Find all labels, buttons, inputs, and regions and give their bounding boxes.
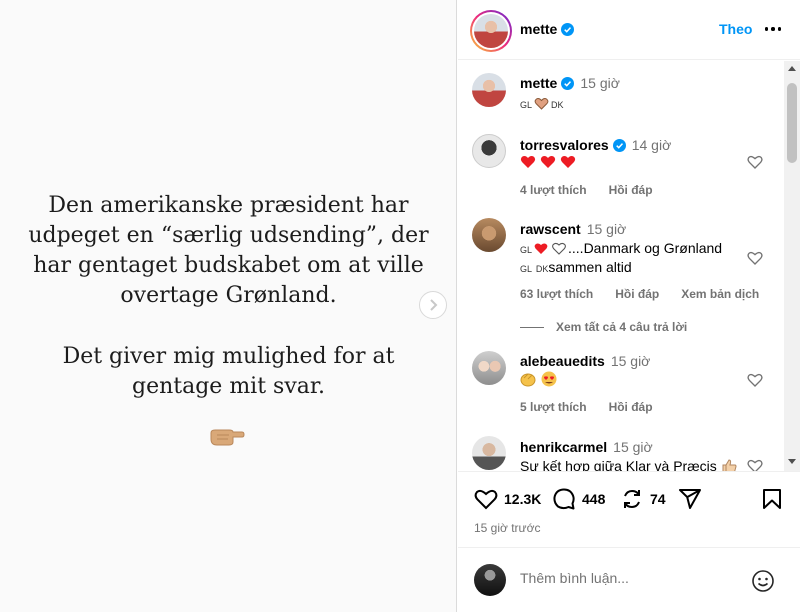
like-comment-heart-icon[interactable] bbox=[747, 250, 763, 266]
follow-button[interactable]: Theo bbox=[719, 21, 752, 37]
like-button[interactable]: 12.3K bbox=[474, 487, 541, 511]
author-username[interactable]: mette bbox=[520, 21, 575, 37]
comment-time: 15 giờ bbox=[613, 439, 653, 455]
reply-button[interactable]: Hồi đáp bbox=[609, 400, 653, 414]
post-actions: 12.3K 448 74 15 giờ trước bbox=[458, 471, 800, 541]
comment-time: 15 giờ bbox=[586, 221, 627, 237]
comment-username[interactable]: rawscent 15 giờ bbox=[520, 221, 626, 237]
heart-icon bbox=[474, 489, 498, 510]
caption-time: 15 giờ bbox=[580, 75, 620, 91]
verified-badge-icon bbox=[612, 139, 626, 152]
like-count: 12.3K bbox=[504, 491, 542, 507]
comment-avatar[interactable] bbox=[472, 351, 506, 385]
post-details-panel: mette Theo mette 15 giờ GL DK torresvalore… bbox=[458, 0, 800, 612]
comment-meta: 4 lượt thích Hồi đáp bbox=[520, 183, 675, 197]
verified-badge-icon bbox=[561, 23, 575, 36]
next-slide-button[interactable] bbox=[419, 291, 447, 319]
emoji-icon[interactable] bbox=[751, 569, 775, 593]
reply-button[interactable]: Hồi đáp bbox=[615, 287, 659, 301]
scroll-down-arrow-icon[interactable] bbox=[788, 459, 796, 464]
comment-likes[interactable]: 4 lượt thích bbox=[520, 183, 587, 197]
post-timestamp: 15 giờ trước bbox=[474, 521, 541, 535]
translate-button[interactable]: Xem bản dịch bbox=[681, 287, 759, 301]
like-comment-heart-icon[interactable] bbox=[747, 458, 763, 471]
post-paragraph-2: Det giver mig mulighed for at gentage mi… bbox=[62, 344, 395, 399]
red-hearts-icon bbox=[520, 156, 576, 168]
reply-button[interactable]: Hồi đáp bbox=[609, 183, 653, 197]
current-user-avatar bbox=[474, 564, 506, 596]
red-white-hearts-icon bbox=[534, 242, 566, 255]
add-comment-bar bbox=[458, 547, 800, 612]
comment-time: 15 giờ bbox=[610, 353, 651, 369]
comment-input[interactable] bbox=[520, 570, 740, 586]
view-replies-button[interactable]: Xem tất cả 4 câu trả lời bbox=[520, 320, 687, 334]
comment-text: GL ....Danmark og Grønland bbox=[520, 240, 723, 256]
share-icon bbox=[679, 489, 701, 509]
hands-heart-icon bbox=[534, 98, 549, 110]
comment-likes[interactable]: 63 lượt thích bbox=[520, 287, 593, 301]
comment-meta: 63 lượt thích Hồi đáp Xem bản dịch bbox=[520, 287, 781, 301]
comment-icon bbox=[553, 488, 575, 510]
share-button[interactable] bbox=[678, 487, 702, 511]
comment-avatar[interactable] bbox=[472, 436, 506, 470]
post-image: Den amerikanske præsident har udpeget en… bbox=[0, 0, 457, 612]
scroll-thumb[interactable] bbox=[787, 83, 797, 163]
comments-scrollbar[interactable] bbox=[784, 61, 800, 471]
comment-username[interactable]: henrikcarmel 15 giờ bbox=[520, 439, 653, 455]
comment-text: Sự kết hợp giữa Klar và Præcis bbox=[520, 457, 737, 471]
clapping-heart-eyes-icon bbox=[520, 371, 557, 387]
post-paragraph-1: Den amerikanske præsident har udpeget en… bbox=[28, 193, 429, 308]
comment-text bbox=[520, 154, 578, 175]
comment-username[interactable]: alebeauedits 15 giờ bbox=[520, 353, 650, 369]
thumbs-up-icon bbox=[722, 459, 737, 471]
like-comment-heart-icon[interactable] bbox=[747, 154, 763, 170]
repost-icon bbox=[624, 489, 640, 509]
comment-avatar[interactable] bbox=[472, 218, 506, 252]
verified-badge-icon bbox=[561, 77, 575, 90]
comment-text bbox=[520, 371, 560, 392]
pointing-hand-icon bbox=[210, 429, 245, 446]
caption-username[interactable]: mette 15 giờ bbox=[520, 75, 620, 91]
author-avatar[interactable] bbox=[470, 10, 512, 52]
repost-count: 74 bbox=[650, 491, 666, 507]
comment-avatar[interactable] bbox=[472, 134, 506, 168]
comment-likes[interactable]: 5 lượt thích bbox=[520, 400, 587, 414]
comment-count: 448 bbox=[582, 491, 606, 507]
comment-time: 14 giờ bbox=[631, 137, 672, 153]
comment-button[interactable]: 448 bbox=[552, 487, 605, 511]
comments-list: mette 15 giờ GL DK torresvalores 14 giờ 4 l… bbox=[458, 61, 800, 471]
post-header: mette Theo bbox=[458, 0, 800, 60]
caption-avatar[interactable] bbox=[472, 73, 506, 107]
chevron-right-icon bbox=[430, 299, 438, 311]
comment-meta: 5 lượt thích Hồi đáp bbox=[520, 400, 675, 414]
repost-button[interactable]: 74 bbox=[620, 487, 666, 511]
bookmark-icon[interactable] bbox=[760, 487, 784, 511]
scroll-up-arrow-icon[interactable] bbox=[788, 66, 796, 71]
comment-username[interactable]: torresvalores 14 giờ bbox=[520, 137, 671, 153]
caption-text: GL DK bbox=[520, 94, 564, 115]
like-comment-heart-icon[interactable] bbox=[747, 372, 763, 388]
comment-text-line2: GL DKsammen altid bbox=[520, 259, 632, 275]
more-options-icon[interactable] bbox=[762, 18, 784, 40]
